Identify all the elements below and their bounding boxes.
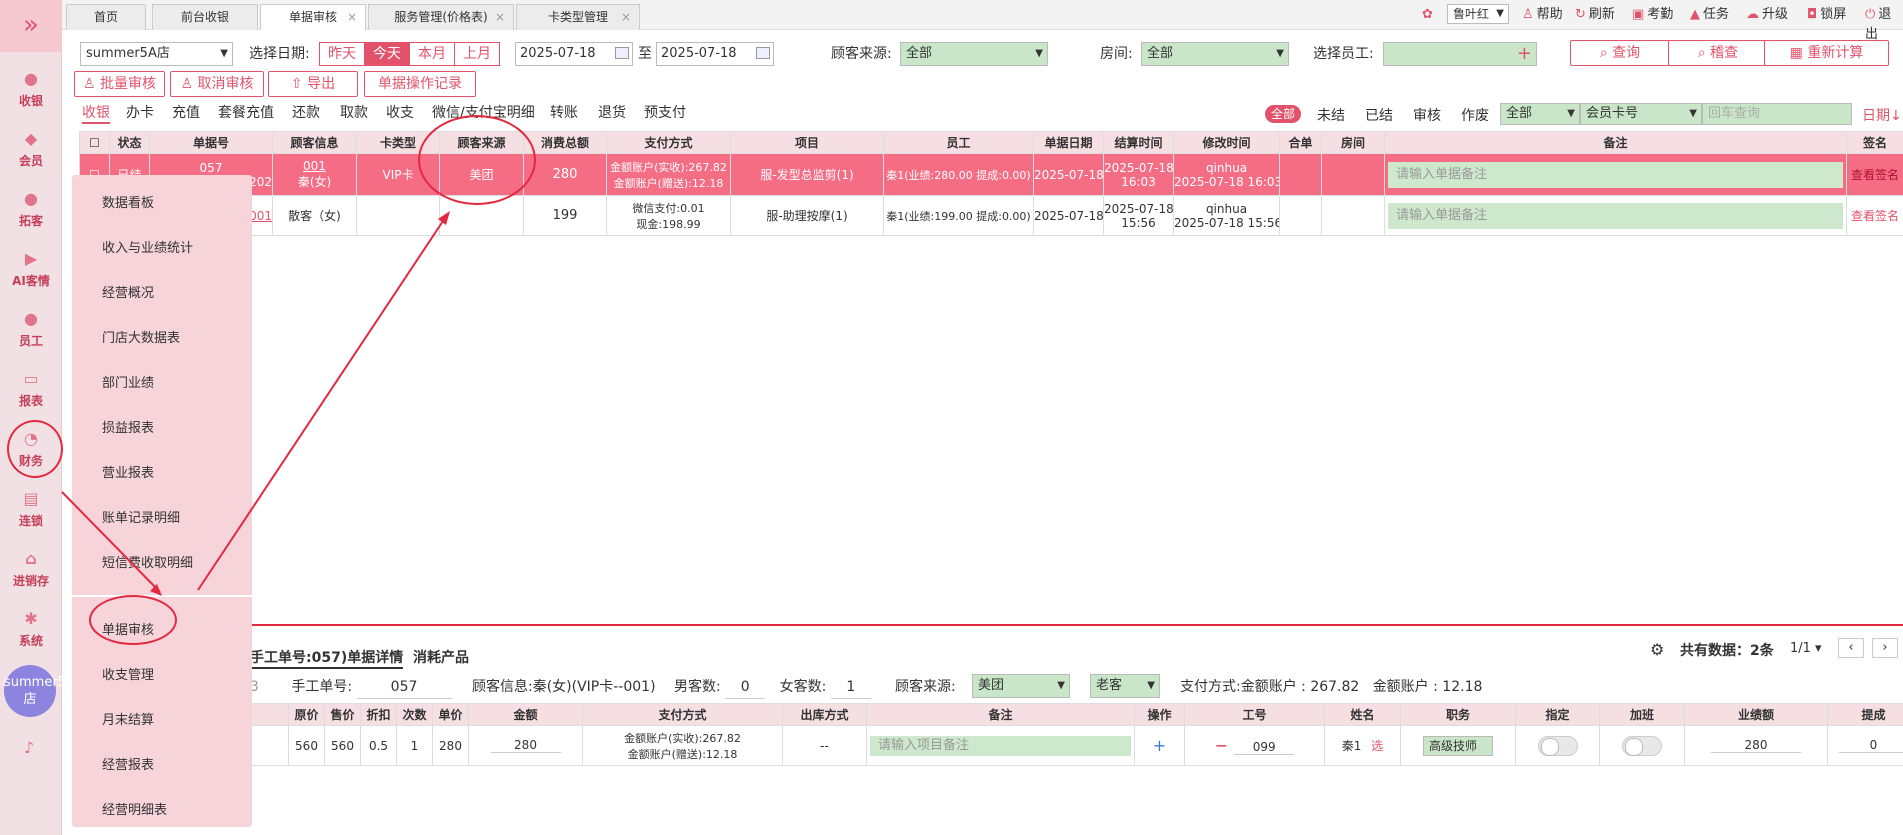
arrow-head xyxy=(150,584,162,596)
arrow-line xyxy=(197,217,446,591)
arrow-line xyxy=(61,491,161,593)
arrow-head xyxy=(438,211,450,225)
annotation-arrows xyxy=(61,211,450,596)
